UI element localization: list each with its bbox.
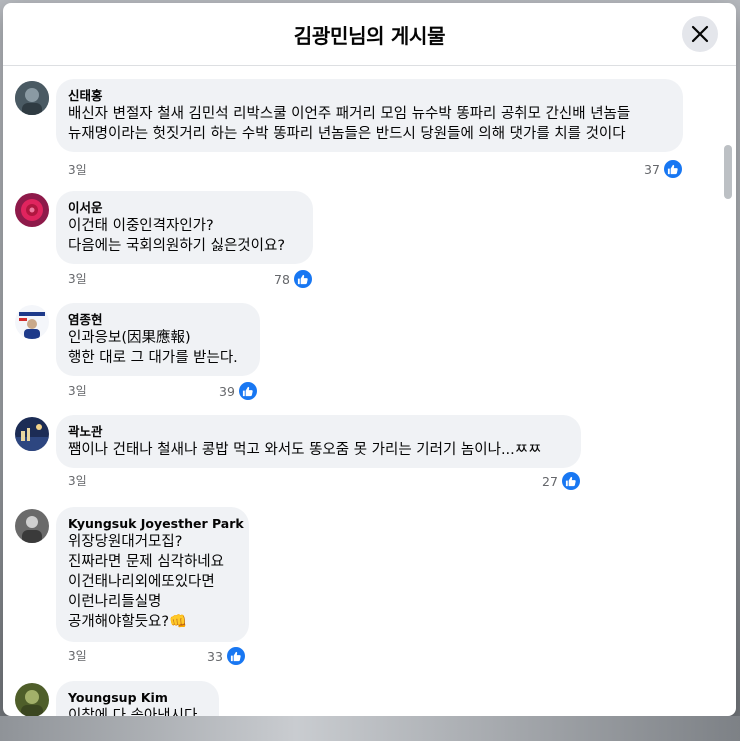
post-modal: 김광민님의 게시물 신태홍 배신자 변절자 철새 김민석 리박스쿨 이언주 패거…	[3, 3, 736, 716]
comment-bubble: 염종현 인과응보(因果應報) 행한 대로 그 대가를 받는다.	[56, 303, 260, 376]
comment-text-line: 배신자 변절자 철새 김민석 리박스쿨 이언주 패거리 모임 뉴수박 똥파리 공…	[68, 106, 631, 122]
comment-time[interactable]: 3일	[68, 382, 87, 399]
comment-text-line: 뉴재명이라는 헛짓거리 하는 수박 똥파리 년놈들은 반드시 당원들에 의해 댓…	[68, 126, 626, 142]
comment-bubble: Kyungsuk Joyesther Park 위장당원대거모집? 진짜라면 문…	[56, 507, 249, 642]
comment-text-line: 다음에는 국회의원하기 싫은것이요?	[68, 238, 286, 254]
comment-author[interactable]: 이서운	[68, 199, 301, 216]
modal-header: 김광민님의 게시물	[3, 3, 736, 66]
comment-text-line: 이건태 이중인격자인가?	[68, 218, 214, 234]
like-count-value: 39	[219, 383, 235, 399]
comment-bubble: 신태홍 배신자 변절자 철새 김민석 리박스쿨 이언주 패거리 모임 뉴수박 똥…	[56, 79, 683, 152]
comment-time[interactable]: 3일	[68, 647, 87, 664]
like-count[interactable]: 37	[644, 159, 683, 179]
avatar[interactable]	[15, 305, 49, 339]
comment-text-line: 위장당원대거모집?	[68, 534, 183, 550]
like-count[interactable]: 39	[219, 381, 258, 401]
avatar[interactable]	[15, 509, 49, 543]
comment-feed[interactable]: 신태홍 배신자 변절자 철새 김민석 리박스쿨 이언주 패거리 모임 뉴수박 똥…	[3, 67, 736, 716]
thumbs-up-icon	[225, 646, 246, 666]
comment-item: Kyungsuk Joyesther Park 위장당원대거모집? 진짜라면 문…	[3, 499, 723, 674]
like-count-value: 33	[207, 648, 223, 664]
comment-author[interactable]: Kyungsuk Joyesther Park	[68, 515, 244, 532]
comment-item: 신태홍 배신자 변절자 철새 김민석 리박스쿨 이언주 패거리 모임 뉴수박 똥…	[3, 71, 723, 179]
comment-text-line: 공개해야할듯요?👊	[68, 614, 188, 630]
avatar[interactable]	[15, 417, 49, 451]
close-button[interactable]	[682, 16, 718, 52]
like-count-value: 27	[542, 473, 558, 489]
comment-bubble: 곽노관 쨈이나 건태나 철새나 콩밥 먹고 와서도 똥오줌 못 가리는 기러기 …	[56, 415, 581, 468]
comment-time[interactable]: 3일	[68, 270, 87, 287]
comment-author[interactable]: 신태홍	[68, 87, 671, 104]
avatar[interactable]	[15, 193, 49, 227]
avatar[interactable]	[15, 683, 49, 716]
modal-title: 김광민님의 게시물	[293, 23, 446, 48]
close-icon	[691, 25, 709, 43]
comment-text-line: 쨈이나 건태나 철새나 콩밥 먹고 와서도 똥오줌 못 가리는 기러기 놈이나.…	[68, 442, 542, 458]
comment-item: 이서운 이건태 이중인격자인가? 다음에는 국회의원하기 싫은것이요? 3일 7…	[3, 183, 723, 291]
comment-text-line: 이런나리들실명	[68, 594, 162, 610]
thumbs-up-icon	[560, 471, 581, 491]
like-count[interactable]: 78	[274, 269, 313, 289]
like-count-value: 37	[644, 161, 660, 177]
comment-author[interactable]: Youngsup Kim	[68, 689, 207, 706]
comment-bubble: Youngsup Kim 이참에 다 솎아낸시다	[56, 681, 219, 716]
comment-text-line: 행한 대로 그 대가를 받는다.	[68, 350, 238, 366]
thumbs-up-icon	[237, 381, 258, 401]
comment-item: 염종현 인과응보(因果應報) 행한 대로 그 대가를 받는다. 3일 39	[3, 295, 723, 403]
comment-item: 곽노관 쨈이나 건태나 철새나 콩밥 먹고 와서도 똥오줌 못 가리는 기러기 …	[3, 407, 723, 495]
like-count[interactable]: 33	[207, 646, 246, 666]
comment-time[interactable]: 3일	[68, 472, 87, 489]
comment-text-line: 인과응보(因果應報)	[68, 330, 191, 346]
comment-time[interactable]: 3일	[68, 161, 87, 178]
avatar[interactable]	[15, 81, 49, 115]
thumbs-up-icon	[292, 269, 313, 289]
comment-author[interactable]: 염종현	[68, 311, 248, 328]
like-count-value: 78	[274, 271, 290, 287]
thumbs-up-icon	[662, 159, 683, 179]
scrollbar-thumb[interactable]	[724, 145, 732, 199]
comment-bubble: 이서운 이건태 이중인격자인가? 다음에는 국회의원하기 싫은것이요?	[56, 191, 313, 264]
comment-text-line: 이건태나리외에또있다면	[68, 574, 215, 590]
comment-author[interactable]: 곽노관	[68, 423, 569, 440]
comment-text-line: 진짜라면 문제 심각하네요	[68, 554, 224, 570]
comment-text-line: 이참에 다 솎아낸시다	[68, 708, 198, 716]
page-bottom-strip	[0, 716, 740, 741]
comment-item: Youngsup Kim 이참에 다 솎아낸시다	[3, 673, 723, 716]
like-count[interactable]: 27	[542, 471, 581, 491]
